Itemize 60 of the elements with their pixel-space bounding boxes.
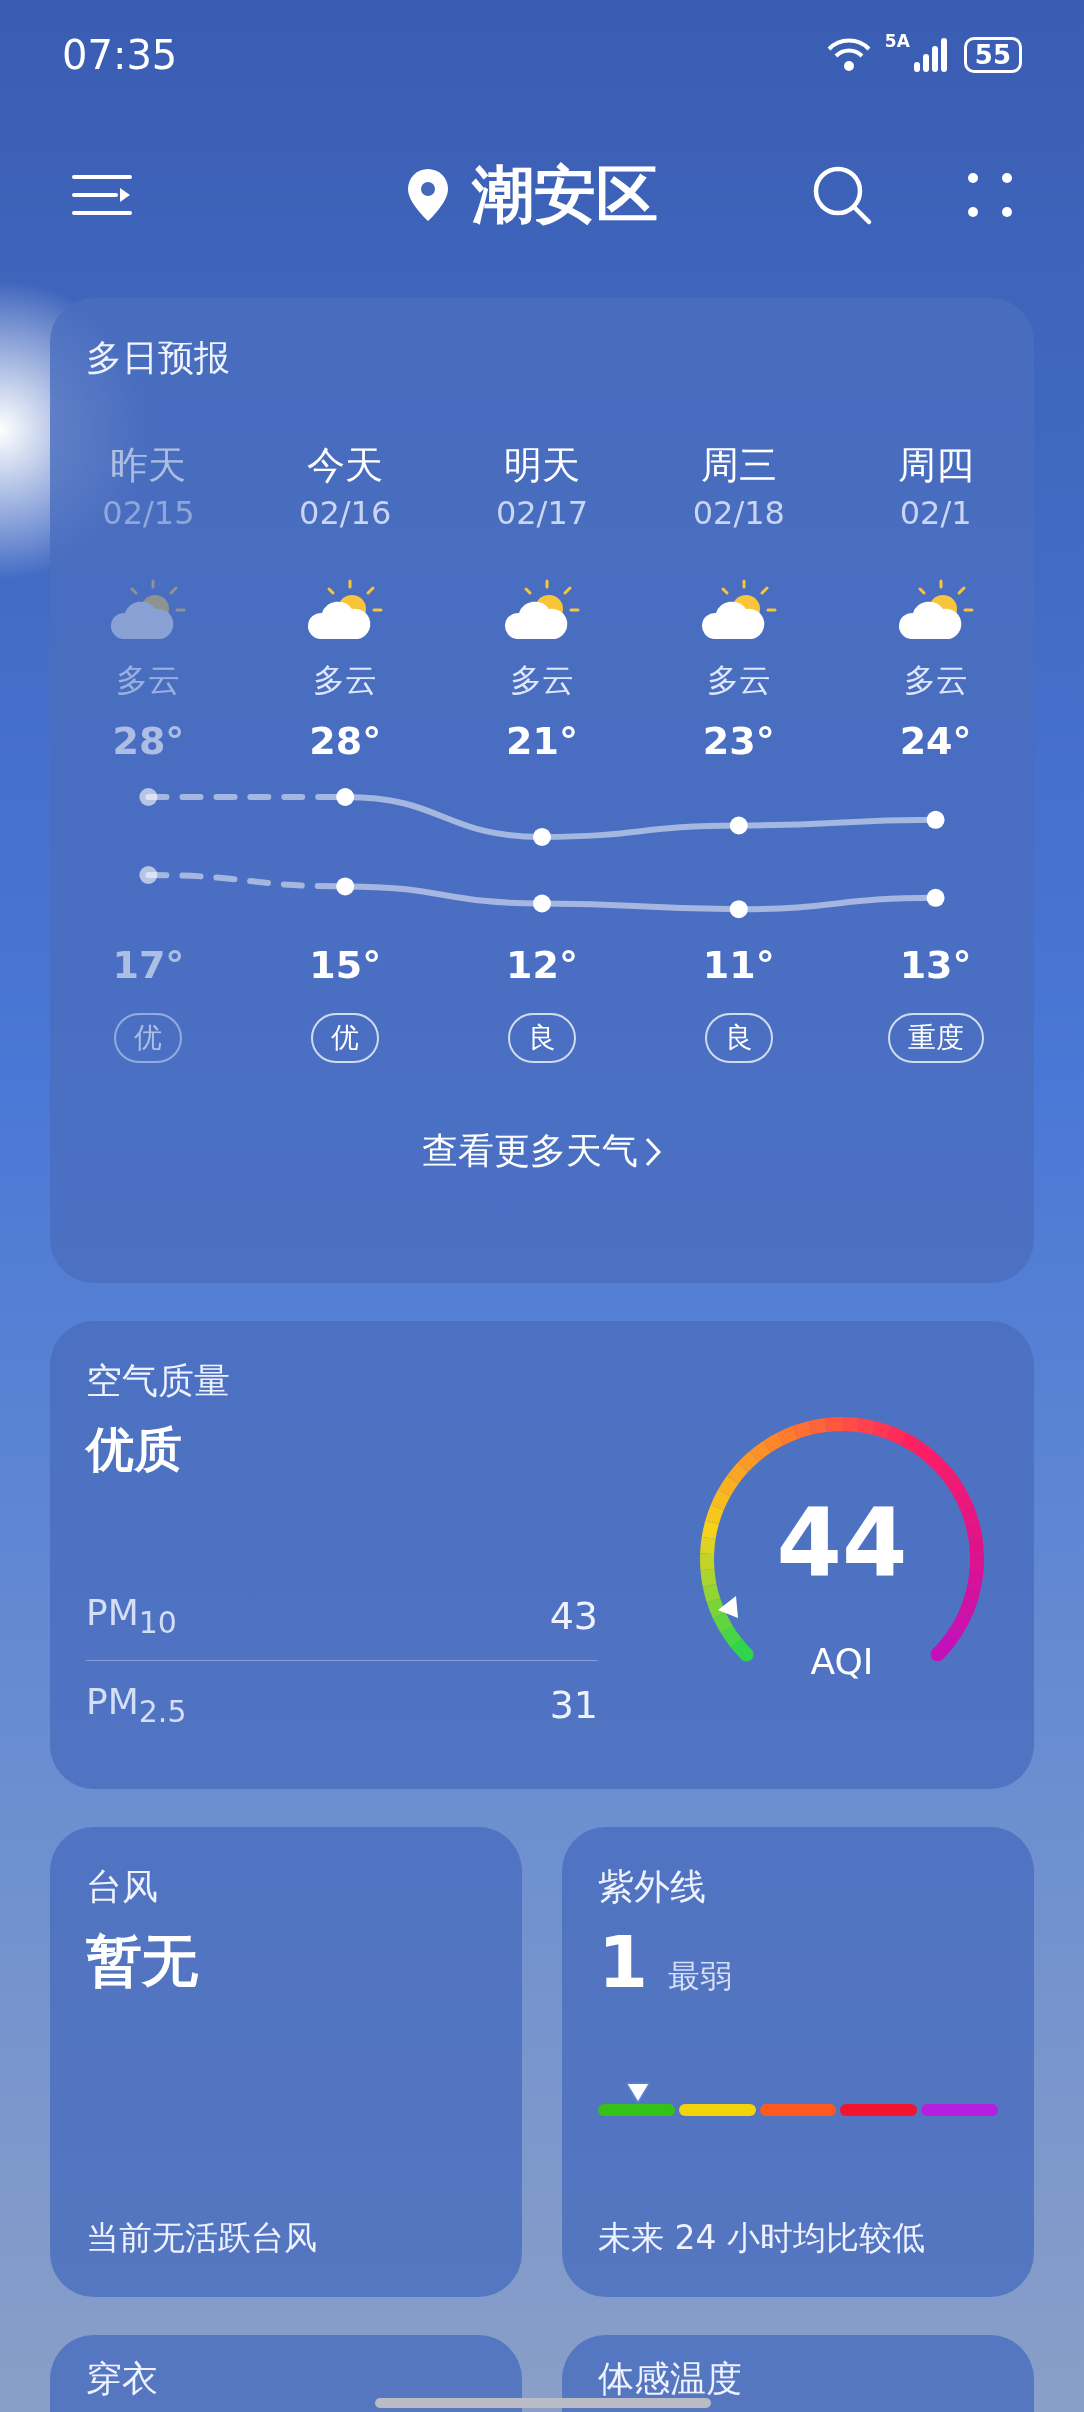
low-temperature: 17° <box>112 942 185 989</box>
chevron-right-icon <box>644 1135 662 1168</box>
search-icon[interactable] <box>811 164 873 226</box>
typhoon-status: 暂无 <box>86 1927 199 1995</box>
pollutant-value: 43 <box>549 1594 598 1638</box>
status-time: 07:35 <box>62 32 178 78</box>
high-temperature: 28° <box>309 718 382 765</box>
more-dots-icon[interactable] <box>968 173 1012 217</box>
day-date: 02/17 <box>495 493 589 534</box>
pollutant-name: PM$_{10}$ <box>86 1591 177 1641</box>
uv-index: 1 <box>598 1920 649 2004</box>
weather-condition: 多云 <box>116 660 181 701</box>
card-title: 多日预报 <box>86 336 231 380</box>
air-quality-badge: 良 <box>704 1013 773 1063</box>
day-name: 周四 <box>897 442 974 489</box>
day-date: 02/16 <box>299 493 392 534</box>
network-type: 5A <box>884 31 910 51</box>
uv-description: 最弱 <box>668 1956 733 1997</box>
location-pin-icon <box>405 167 450 223</box>
more-weather-link[interactable]: 查看更多天气 <box>422 1127 662 1176</box>
day-name: 周三 <box>700 442 777 489</box>
day-date: 02/15 <box>102 493 195 534</box>
air-quality-badge: 优 <box>114 1013 183 1063</box>
pollutant-value: 31 <box>549 1683 598 1727</box>
low-temperature: 15° <box>309 942 382 989</box>
low-temperature: 12° <box>506 942 578 989</box>
high-temperature: 21° <box>506 718 578 765</box>
wifi-icon <box>826 37 871 73</box>
air-quality-badge: 重度 <box>887 1013 984 1063</box>
card-title: 台风 <box>86 1865 159 1909</box>
typhoon-note: 当前无活跃台风 <box>86 2217 318 2259</box>
signal-icon <box>913 38 950 72</box>
card-title: 紫外线 <box>598 1865 707 1909</box>
air-quality-badge: 优 <box>311 1013 380 1063</box>
weather-condition: 多云 <box>903 660 968 701</box>
air-quality-badge: 良 <box>508 1013 576 1063</box>
day-name: 明天 <box>504 442 580 489</box>
weather-condition: 多云 <box>313 660 378 701</box>
uv-note: 未来 24 小时均比较低 <box>598 2217 926 2259</box>
menu-icon[interactable] <box>72 173 132 217</box>
low-temperature: 11° <box>702 942 775 989</box>
air-quality-status: 优质 <box>86 1420 183 1479</box>
pollutant-name: PM$_{2.5}$ <box>86 1680 187 1730</box>
day-date: 02/1 <box>899 493 972 534</box>
day-name: 今天 <box>307 442 384 489</box>
high-temperature: 24° <box>899 718 972 765</box>
aqi-value: 44 <box>775 1489 909 1598</box>
weather-condition: 多云 <box>706 660 771 701</box>
low-temperature: 13° <box>899 942 972 989</box>
card-title: 穿衣 <box>86 2357 159 2401</box>
aqi-label: AQI <box>809 1641 875 1682</box>
card-title: 空气质量 <box>86 1359 231 1403</box>
day-name: 昨天 <box>110 442 187 489</box>
day-date: 02/18 <box>692 493 785 534</box>
high-temperature: 23° <box>702 718 775 765</box>
battery-level: 55 <box>963 37 1022 73</box>
high-temperature: 28° <box>112 718 185 765</box>
location-title: 潮安区 <box>471 157 658 233</box>
weather-condition: 多云 <box>510 660 574 701</box>
card-title: 体感温度 <box>598 2357 743 2401</box>
